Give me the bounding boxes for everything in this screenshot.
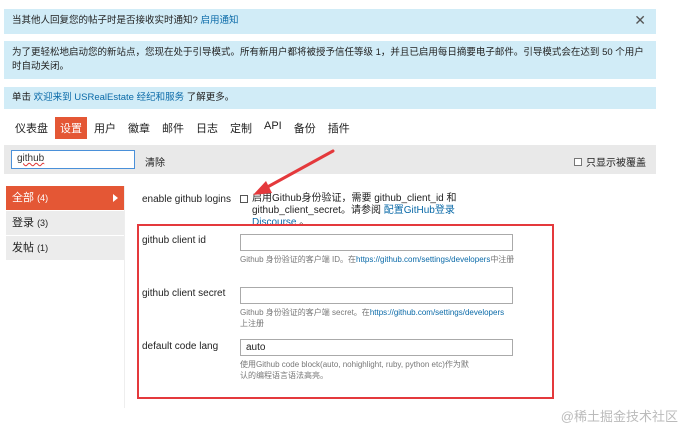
enable-github-logins-label: enable github logins (142, 194, 231, 205)
bootstrap-mode-text: 为了更轻松地启动您的新站点，您现在处于引导模式。所有新用户都将被授予信任等级 1… (12, 47, 644, 72)
enable-github-logins-description: 启用Github身份验证，需要 github_client_id 和 githu… (252, 193, 457, 228)
settings-filter-bar: github 清除 只显示被覆盖 (4, 145, 656, 174)
only-overridden-checkbox[interactable] (574, 157, 582, 166)
welcome-banner: 单击 欢迎来到 USRealEstate 经纪和服务 了解更多。 (4, 87, 656, 109)
only-overridden-toggle[interactable]: 只显示被覆盖 (574, 154, 646, 169)
tab-badges[interactable]: 徽章 (123, 117, 155, 139)
tab-email[interactable]: 邮件 (157, 117, 189, 139)
enable-notifications-link[interactable]: 启用通知 (200, 15, 238, 26)
settings-search-input[interactable]: github (11, 150, 135, 169)
welcome-prefix: 单击 (12, 92, 32, 103)
tab-plugins[interactable]: 插件 (323, 117, 355, 139)
sidebar-item-login[interactable]: 登录 (3) (6, 211, 124, 235)
tab-users[interactable]: 用户 (89, 117, 121, 139)
tab-api[interactable]: API (259, 117, 287, 139)
default-code-lang-input[interactable]: auto (240, 339, 513, 356)
github-client-id-help: Github 身份验证的客户端 ID。在https://github.com/s… (240, 255, 515, 264)
github-client-id-label: github client id (142, 235, 206, 246)
watermark: @稀土掘金技术社区 (560, 409, 678, 424)
tab-settings[interactable]: 设置 (55, 117, 87, 139)
github-client-secret-help: Github 身份验证的客户端 secret。在https://github.c… (240, 308, 505, 328)
tab-logs[interactable]: 日志 (191, 117, 223, 139)
only-overridden-label: 只显示被覆盖 (586, 158, 646, 169)
sidebar-item-posting[interactable]: 发帖 (1) (6, 236, 124, 260)
content-divider (124, 186, 125, 408)
github-developers-link[interactable]: https://github.com/settings/developers (370, 308, 504, 317)
clear-filter-button[interactable]: 清除 (145, 154, 165, 169)
settings-category-sidebar: 全部 (4) 登录 (3) 发帖 (1) (6, 186, 124, 261)
default-code-lang-help: 使用Github code block(auto, nohighlight, r… (240, 360, 469, 380)
tab-backups[interactable]: 备份 (289, 117, 321, 139)
bootstrap-mode-banner: 为了更轻松地启动您的新站点，您现在处于引导模式。所有新用户都将被授予信任等级 1… (4, 41, 656, 79)
github-client-secret-label: github client secret (142, 288, 226, 299)
github-client-secret-input[interactable] (240, 287, 513, 304)
sidebar-item-all[interactable]: 全部 (4) (6, 186, 124, 210)
github-client-id-input[interactable] (240, 234, 513, 251)
welcome-topic-link[interactable]: 欢迎来到 USRealEstate 经纪和服务 (34, 92, 184, 103)
tab-customize[interactable]: 定制 (225, 117, 257, 139)
github-developers-link[interactable]: https://github.com/settings/developers (356, 255, 490, 264)
default-code-lang-label: default code lang (142, 341, 219, 352)
caret-right-icon (113, 194, 118, 202)
welcome-suffix: 了解更多。 (186, 92, 235, 103)
tab-dashboard[interactable]: 仪表盘 (10, 117, 53, 139)
admin-nav-tabs: 仪表盘 设置 用户 徽章 邮件 日志 定制 API 备份 插件 (10, 117, 357, 139)
enable-github-logins-checkbox[interactable] (240, 195, 248, 203)
notification-text: 当其他人回复您的帖子时是否接收实时通知? (12, 15, 198, 26)
notification-banner: 当其他人回复您的帖子时是否接收实时通知? 启用通知 ✕ (4, 9, 656, 34)
close-icon[interactable]: ✕ (634, 13, 646, 27)
